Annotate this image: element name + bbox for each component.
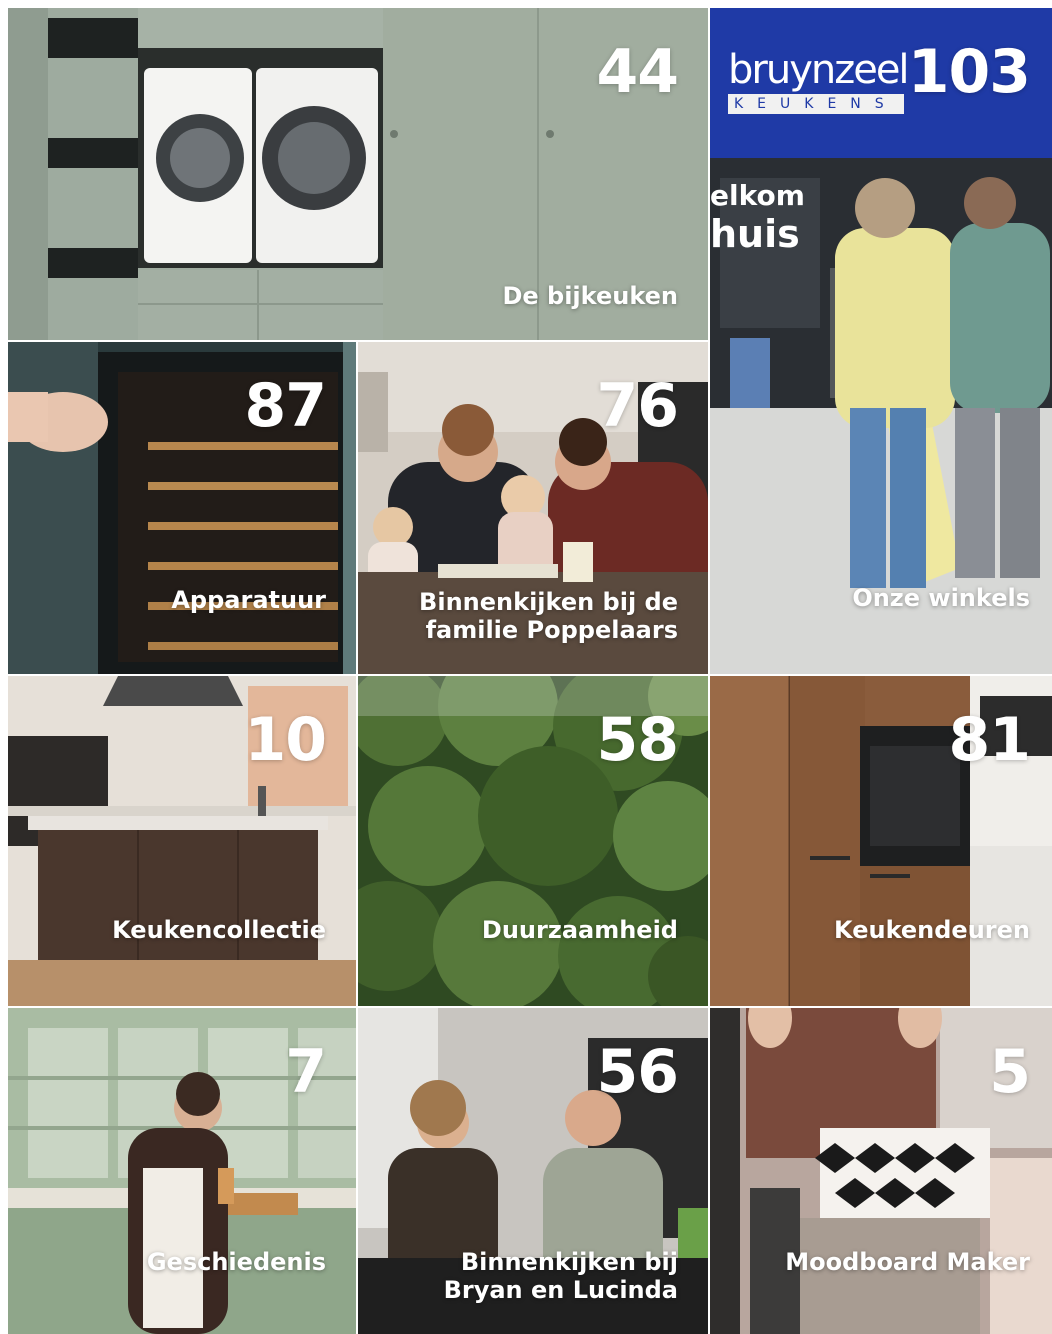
tile-number: 103: [907, 37, 1031, 107]
tile-label: Moodboard Maker: [785, 1248, 1030, 1276]
tile-number: 58: [596, 705, 679, 775]
store-sign-sub: KEUKENS: [728, 94, 904, 114]
store-wall-text-2: huis: [710, 212, 800, 256]
tile-label: Onze winkels: [852, 584, 1030, 612]
tile-label: Apparatuur: [171, 586, 326, 614]
tile-geschiedenis[interactable]: 7 Geschiedenis: [8, 1008, 356, 1334]
tile-number: 81: [948, 705, 1031, 775]
tile-label: De bijkeuken: [502, 282, 678, 310]
tile-label: Binnenkijken bij de familie Poppelaars: [419, 588, 678, 644]
store-wall-text-1: elkom: [710, 179, 805, 212]
tile-apparatuur[interactable]: 87 Apparatuur: [8, 342, 356, 674]
tile-keukendeuren[interactable]: 81 Keukendeuren: [710, 676, 1052, 1006]
tile-label: Binnenkijken bij Bryan en Lucinda: [443, 1248, 678, 1304]
content-grid: 44 De bijkeuken bruynzeel KEUKENS elkom …: [0, 0, 1052, 1334]
tile-moodboard-maker[interactable]: 5 Moodboard Maker: [710, 1008, 1052, 1334]
tile-binnenkijken-poppelaars[interactable]: 76 Binnenkijken bij de familie Poppelaar…: [358, 342, 708, 674]
tile-number: 87: [244, 371, 327, 441]
tile-label: Keukendeuren: [834, 916, 1030, 944]
tile-label: Keukencollectie: [112, 916, 326, 944]
tile-label: Duurzaamheid: [481, 916, 678, 944]
tile-number: 56: [596, 1037, 679, 1107]
tile-label: Geschiedenis: [146, 1248, 326, 1276]
tile-onze-winkels[interactable]: bruynzeel KEUKENS elkom huis 103 Onze wi…: [710, 8, 1052, 674]
tile-keukencollectie[interactable]: 10 Keukencollectie: [8, 676, 356, 1006]
tile-de-bijkeuken[interactable]: 44 De bijkeuken: [8, 8, 708, 340]
store-sign-brand: bruynzeel: [728, 47, 910, 93]
tile-number: 5: [989, 1037, 1031, 1107]
tile-number: 76: [596, 371, 679, 441]
tile-duurzaamheid[interactable]: 58 Duurzaamheid: [358, 676, 708, 1006]
tile-number: 10: [244, 705, 327, 775]
tile-number: 7: [285, 1037, 327, 1107]
store-sign: bruynzeel KEUKENS: [728, 48, 928, 114]
store-wall-text: elkom huis: [710, 179, 805, 257]
tile-number: 44: [596, 37, 679, 107]
tile-binnenkijken-bryan-lucinda[interactable]: 56 Binnenkijken bij Bryan en Lucinda: [358, 1008, 708, 1334]
